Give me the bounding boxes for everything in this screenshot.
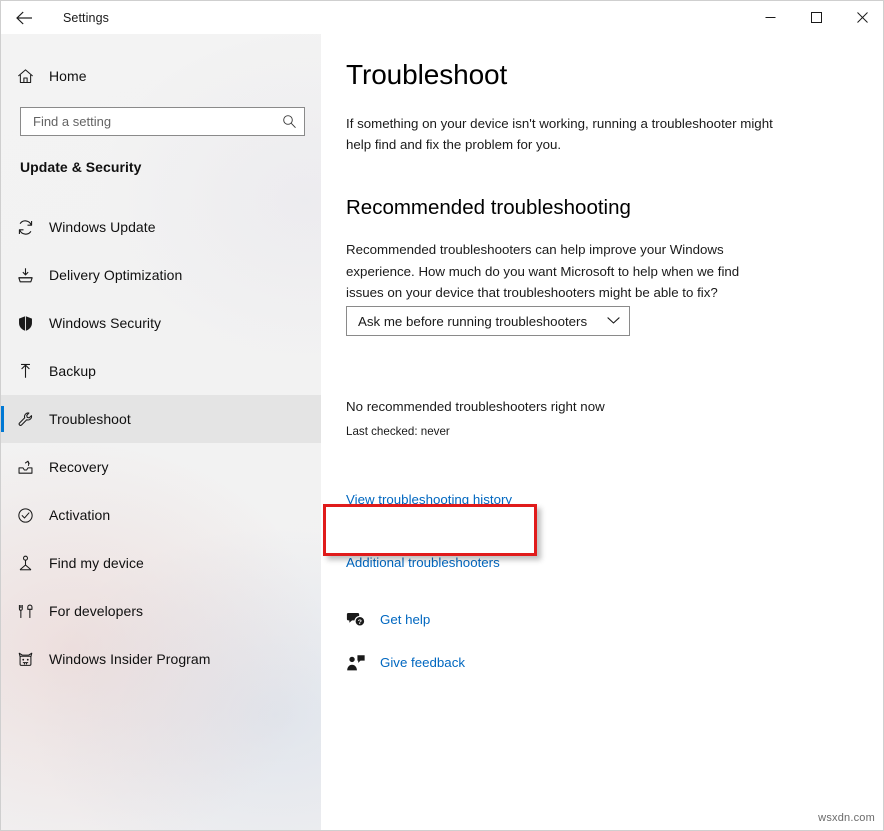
give-feedback-row[interactable]: Give feedback [346,648,646,677]
chevron-down-icon [607,312,620,330]
upload-arrow-icon [1,362,49,381]
sidebar-item-label: Windows Update [49,219,156,235]
sidebar-item-label: Home [49,68,87,84]
minimize-icon[interactable] [747,1,793,33]
sidebar-item-label: Backup [49,363,96,379]
wrench-icon [1,410,49,429]
get-help-row[interactable]: ? Get help [346,605,646,634]
delivery-icon [1,266,49,285]
sidebar-item-home[interactable]: Home [1,59,321,93]
sidebar-item-recovery[interactable]: Recovery [1,443,321,491]
insider-cat-icon [1,650,49,669]
settings-window: Settings Home Find a setting Update & Se… [0,0,884,831]
title-bar: Settings [1,1,883,34]
refresh-icon [1,218,49,237]
sidebar-item-label: For developers [49,603,144,619]
additional-troubleshooters-link[interactable]: Additional troubleshooters [346,555,500,570]
home-icon [1,67,49,86]
page-title: Troubleshoot [346,59,508,90]
sidebar-item-label: Windows Security [49,315,162,331]
recommended-troubleshooting-select[interactable]: Ask me before running troubleshooters [346,306,630,336]
sidebar-item-activation[interactable]: Activation [1,491,321,539]
sidebar-nav-list: Windows Update Delivery Optimization Win… [1,203,321,683]
shield-icon [1,314,49,333]
svg-text:?: ? [358,619,362,626]
find-device-icon [1,554,49,573]
sidebar-item-windows-insider-program[interactable]: Windows Insider Program [1,635,321,683]
content-pane: Troubleshoot If something on your device… [321,34,883,830]
select-value: Ask me before running troubleshooters [358,313,588,329]
sidebar-item-label: Recovery [49,459,109,475]
sidebar-item-label: Find my device [49,555,144,571]
sidebar-item-windows-security[interactable]: Windows Security [1,299,321,347]
tools-icon [1,602,49,621]
search-input[interactable] [21,108,274,135]
status-no-recommended-troubleshooters: No recommended troubleshooters right now [346,399,605,414]
view-troubleshooting-history-link[interactable]: View troubleshooting history [346,492,512,507]
sidebar-item-find-my-device[interactable]: Find my device [1,539,321,587]
close-icon[interactable] [839,1,883,33]
search-icon[interactable] [274,114,304,129]
sidebar-item-delivery-optimization[interactable]: Delivery Optimization [1,251,321,299]
get-help-link[interactable]: Get help [380,612,430,627]
back-arrow-icon[interactable] [1,2,47,34]
search-box[interactable] [20,107,305,136]
support-links: ? Get help Give feedback [346,605,646,691]
section-description: Recommended troubleshooters can help imp… [346,242,740,300]
sidebar-item-label: Activation [49,507,111,523]
sidebar-item-backup[interactable]: Backup [1,347,321,395]
sidebar-item-label: Windows Insider Program [49,651,211,667]
sidebar: Home Update & Security [1,1,321,830]
give-feedback-link[interactable]: Give feedback [380,655,465,670]
sidebar-item-for-developers[interactable]: For developers [1,587,321,635]
sidebar-item-windows-update[interactable]: Windows Update [1,203,321,251]
status-last-checked: Last checked: never [346,425,450,438]
check-circle-icon [1,506,49,525]
section-title-recommended-troubleshooting: Recommended troubleshooting [346,196,631,219]
watermark: wsxdn.com [818,812,875,824]
app-title: Settings [63,10,109,25]
sidebar-item-troubleshoot[interactable]: Troubleshoot [1,395,321,443]
page-description: If something on your device isn't workin… [346,116,773,152]
recovery-icon [1,458,49,477]
sidebar-category-title: Update & Security [20,159,142,175]
sidebar-item-label: Delivery Optimization [49,267,183,283]
feedback-person-icon [346,654,380,672]
sidebar-item-label: Troubleshoot [49,411,131,427]
window-controls [747,1,883,33]
help-bubble-icon: ? [346,611,380,629]
maximize-icon[interactable] [793,1,839,33]
